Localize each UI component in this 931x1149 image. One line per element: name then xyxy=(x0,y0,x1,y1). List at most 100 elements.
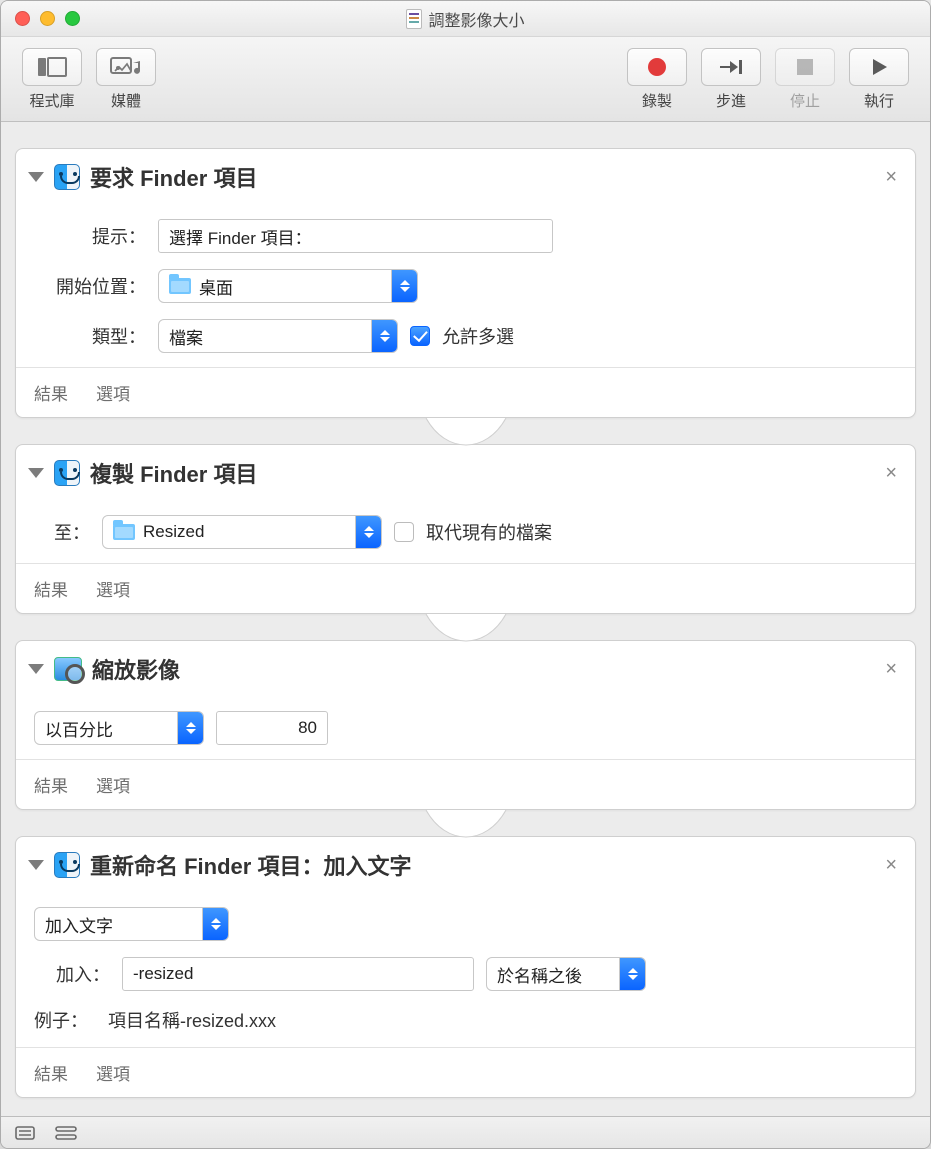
toolbar-right-group: 錄製 步進 停止 執行 xyxy=(620,44,916,114)
action-title: 複製 Finder 項目 xyxy=(90,457,871,489)
popup-arrows-icon xyxy=(371,320,397,352)
scale-mode-popup[interactable]: 以百分比 xyxy=(34,711,204,745)
popup-arrows-icon xyxy=(391,270,417,302)
media-button[interactable]: 媒體 xyxy=(89,44,163,114)
workflow-view-button[interactable] xyxy=(55,1126,77,1140)
popup-arrows-icon xyxy=(177,712,203,744)
app-window: 調整影像大小 程式庫 媒體 錄製 xyxy=(0,0,931,1149)
step-icon xyxy=(701,48,761,86)
options-tab[interactable]: 選項 xyxy=(96,576,130,601)
results-tab[interactable]: 結果 xyxy=(34,1060,68,1085)
remove-action-button[interactable]: × xyxy=(881,854,901,877)
record-button[interactable]: 錄製 xyxy=(620,44,694,114)
disclosure-triangle-icon[interactable] xyxy=(28,664,44,674)
destination-value: Resized xyxy=(143,522,204,542)
document-icon xyxy=(406,9,422,29)
popup-arrows-icon xyxy=(202,908,228,940)
rename-mode-value: 加入文字 xyxy=(45,912,113,937)
add-text-input[interactable] xyxy=(122,957,474,991)
workflow-area: 要求 Finder 項目 × 提示： 開始位置： 桌面 xyxy=(1,122,930,1116)
remove-action-button[interactable]: × xyxy=(881,462,901,485)
finder-icon xyxy=(54,460,80,486)
run-button[interactable]: 執行 xyxy=(842,44,916,114)
finder-icon xyxy=(54,852,80,878)
run-icon xyxy=(849,48,909,86)
step-button[interactable]: 步進 xyxy=(694,44,768,114)
options-tab[interactable]: 選項 xyxy=(96,1060,130,1085)
window-title: 調整影像大小 xyxy=(428,7,524,31)
record-label: 錄製 xyxy=(642,90,672,111)
remove-action-button[interactable]: × xyxy=(881,166,901,189)
prompt-label: 提示： xyxy=(34,223,146,249)
position-popup[interactable]: 於名稱之後 xyxy=(486,957,646,991)
finder-icon xyxy=(54,164,80,190)
minimize-window-button[interactable] xyxy=(40,11,55,26)
scale-value-input[interactable] xyxy=(216,711,328,745)
log-view-button[interactable] xyxy=(15,1126,35,1140)
statusbar xyxy=(1,1116,930,1148)
media-icon xyxy=(96,48,156,86)
options-tab[interactable]: 選項 xyxy=(96,380,130,405)
remove-action-button[interactable]: × xyxy=(881,658,901,681)
options-tab[interactable]: 選項 xyxy=(96,772,130,797)
action-footer: 結果 選項 xyxy=(16,1047,915,1097)
allow-multiple-checkbox[interactable] xyxy=(410,326,430,346)
start-at-label: 開始位置： xyxy=(34,273,146,299)
position-value: 於名稱之後 xyxy=(497,962,582,987)
disclosure-triangle-icon[interactable] xyxy=(28,860,44,870)
connector xyxy=(7,418,924,456)
library-label: 程式庫 xyxy=(29,90,74,111)
results-tab[interactable]: 結果 xyxy=(34,576,68,601)
popup-arrows-icon xyxy=(619,958,645,990)
toolbar: 程式庫 媒體 錄製 步進 xyxy=(1,37,930,122)
library-button[interactable]: 程式庫 xyxy=(15,44,89,114)
type-value: 檔案 xyxy=(169,324,203,349)
action-footer: 結果 選項 xyxy=(16,759,915,809)
disclosure-triangle-icon[interactable] xyxy=(28,172,44,182)
action-body: 加入文字 加入： 於名稱之後 例子： 項目名稱-resized.xxx xyxy=(16,893,915,1047)
connector xyxy=(7,810,924,848)
preview-icon xyxy=(54,657,82,681)
action-header: 要求 Finder 項目 × xyxy=(16,149,915,205)
action-ask-finder-items: 要求 Finder 項目 × 提示： 開始位置： 桌面 xyxy=(15,148,916,418)
rename-mode-popup[interactable]: 加入文字 xyxy=(34,907,229,941)
add-label: 加入： xyxy=(34,961,110,987)
example-value: 項目名稱-resized.xxx xyxy=(108,1007,276,1033)
replace-existing-checkbox[interactable] xyxy=(394,522,414,542)
toolbar-left-group: 程式庫 媒體 xyxy=(15,44,163,114)
action-title: 縮放影像 xyxy=(92,653,871,685)
destination-popup[interactable]: Resized xyxy=(102,515,382,549)
example-label: 例子： xyxy=(34,1007,88,1033)
disclosure-triangle-icon[interactable] xyxy=(28,468,44,478)
action-scale-images: 縮放影像 × 以百分比 結果 選項 xyxy=(15,640,916,810)
traffic-lights xyxy=(1,11,80,26)
results-tab[interactable]: 結果 xyxy=(34,380,68,405)
folder-icon xyxy=(169,278,191,294)
window-title-container: 調整影像大小 xyxy=(1,7,930,31)
connector xyxy=(7,614,924,652)
start-at-value: 桌面 xyxy=(199,274,233,299)
popup-arrows-icon xyxy=(355,516,381,548)
action-copy-finder-items: 複製 Finder 項目 × 至： Resized 取代現有的檔案 xyxy=(15,444,916,614)
stop-icon xyxy=(775,48,835,86)
stop-button[interactable]: 停止 xyxy=(768,44,842,114)
prompt-input[interactable] xyxy=(158,219,553,253)
action-footer: 結果 選項 xyxy=(16,367,915,417)
action-title: 重新命名 Finder 項目：加入文字 xyxy=(90,849,871,881)
zoom-window-button[interactable] xyxy=(65,11,80,26)
titlebar: 調整影像大小 xyxy=(1,1,930,37)
action-body: 提示： 開始位置： 桌面 類型： 檔案 xyxy=(16,205,915,367)
type-popup[interactable]: 檔案 xyxy=(158,319,398,353)
step-label: 步進 xyxy=(716,90,746,111)
media-label: 媒體 xyxy=(111,90,141,111)
replace-existing-label: 取代現有的檔案 xyxy=(426,519,552,545)
to-label: 至： xyxy=(34,519,90,545)
start-at-popup[interactable]: 桌面 xyxy=(158,269,418,303)
action-footer: 結果 選項 xyxy=(16,563,915,613)
folder-icon xyxy=(113,524,135,540)
stop-label: 停止 xyxy=(790,90,820,111)
results-tab[interactable]: 結果 xyxy=(34,772,68,797)
close-window-button[interactable] xyxy=(15,11,30,26)
type-label: 類型： xyxy=(34,323,146,349)
scale-mode-value: 以百分比 xyxy=(45,716,113,741)
